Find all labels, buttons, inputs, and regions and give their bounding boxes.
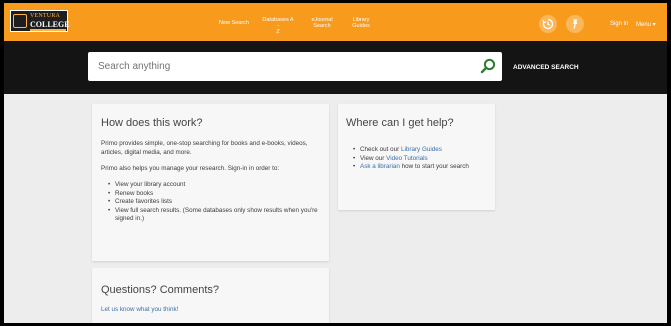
pin-icon xyxy=(573,19,578,29)
questions-card-title: Questions? Comments? xyxy=(101,284,219,296)
questions-card: Questions? Comments? Let us know what yo… xyxy=(92,268,329,323)
search-placeholder: Search anything xyxy=(98,61,171,72)
help-item1-text: Check out our xyxy=(360,146,401,153)
feedback-link[interactable]: Let us know what you think! xyxy=(101,306,178,313)
search-input[interactable]: Search anything xyxy=(88,52,502,81)
college-logo[interactable]: VENTURA COLLEGE xyxy=(10,10,70,32)
search-band: Search anything ADVANCED SEARCH xyxy=(4,41,667,94)
list-item: View full search results. (Some database… xyxy=(105,207,325,224)
help-item3-text: how to start your search xyxy=(399,163,469,170)
where-get-help-card: Where can I get help? Check out our Libr… xyxy=(338,104,495,210)
nav-databases[interactable]: Databases A - Z xyxy=(262,17,294,35)
how-card-intro: Primo provides simple, one-stop searchin… xyxy=(101,140,308,156)
search-icon[interactable] xyxy=(480,58,496,74)
help-card-title: Where can I get help? xyxy=(346,117,454,129)
nav-library-guides[interactable]: Library Guides xyxy=(349,17,373,29)
sign-in-link[interactable]: Sign in xyxy=(610,21,628,27)
list-item: Renew books xyxy=(105,190,325,199)
help-item2-text: View our xyxy=(360,154,387,162)
library-guides-link[interactable]: Library Guides xyxy=(401,146,442,153)
menu-button[interactable]: Menu ▾ xyxy=(636,21,656,28)
top-nav-bar: VENTURA COLLEGE New Search Databases A -… xyxy=(4,3,667,41)
how-does-this-work-card: How does this work? Primo provides simpl… xyxy=(92,104,329,261)
history-button[interactable] xyxy=(539,15,557,33)
advanced-search-link[interactable]: ADVANCED SEARCH xyxy=(513,64,579,71)
nav-databases-label-1: Databases A - xyxy=(262,17,294,29)
history-icon xyxy=(542,18,554,30)
nav-guides-label-2: Guides xyxy=(352,23,370,29)
video-tutorials-link[interactable]: Video Tutorials xyxy=(386,155,428,162)
logo-line1: VENTURA xyxy=(30,13,61,19)
nav-new-search-label: New Search xyxy=(219,20,249,26)
logo-seal-icon xyxy=(13,14,27,28)
list-item: View your library account xyxy=(105,181,325,190)
ask-librarian-link[interactable]: Ask a librarian xyxy=(360,163,400,170)
pin-button[interactable] xyxy=(566,15,584,33)
how-card-list: View your library account Renew books Cr… xyxy=(105,181,325,224)
help-card-list: Check out our Library Guides View our Vi… xyxy=(350,146,492,172)
logo-line2: COLLEGE xyxy=(30,20,70,29)
nav-ejournal-label-2: Search xyxy=(313,23,331,29)
nav-ejournal-search[interactable]: eJournal Search xyxy=(309,17,335,29)
nav-databases-label-2: Z xyxy=(276,29,280,35)
list-item: Create favorites lists xyxy=(105,198,325,207)
app-frame: VENTURA COLLEGE New Search Databases A -… xyxy=(4,3,667,323)
how-card-title: How does this work? xyxy=(101,117,203,129)
how-card-intro2: Primo also helps you manage your researc… xyxy=(101,165,280,172)
nav-new-search[interactable]: New Search xyxy=(216,20,252,26)
logo-underline xyxy=(30,29,66,31)
list-item: Check out our Library Guides xyxy=(350,146,492,155)
list-item: View our Video Tutorials xyxy=(350,155,492,164)
list-item: Ask a librarian how to start your search xyxy=(350,163,492,172)
